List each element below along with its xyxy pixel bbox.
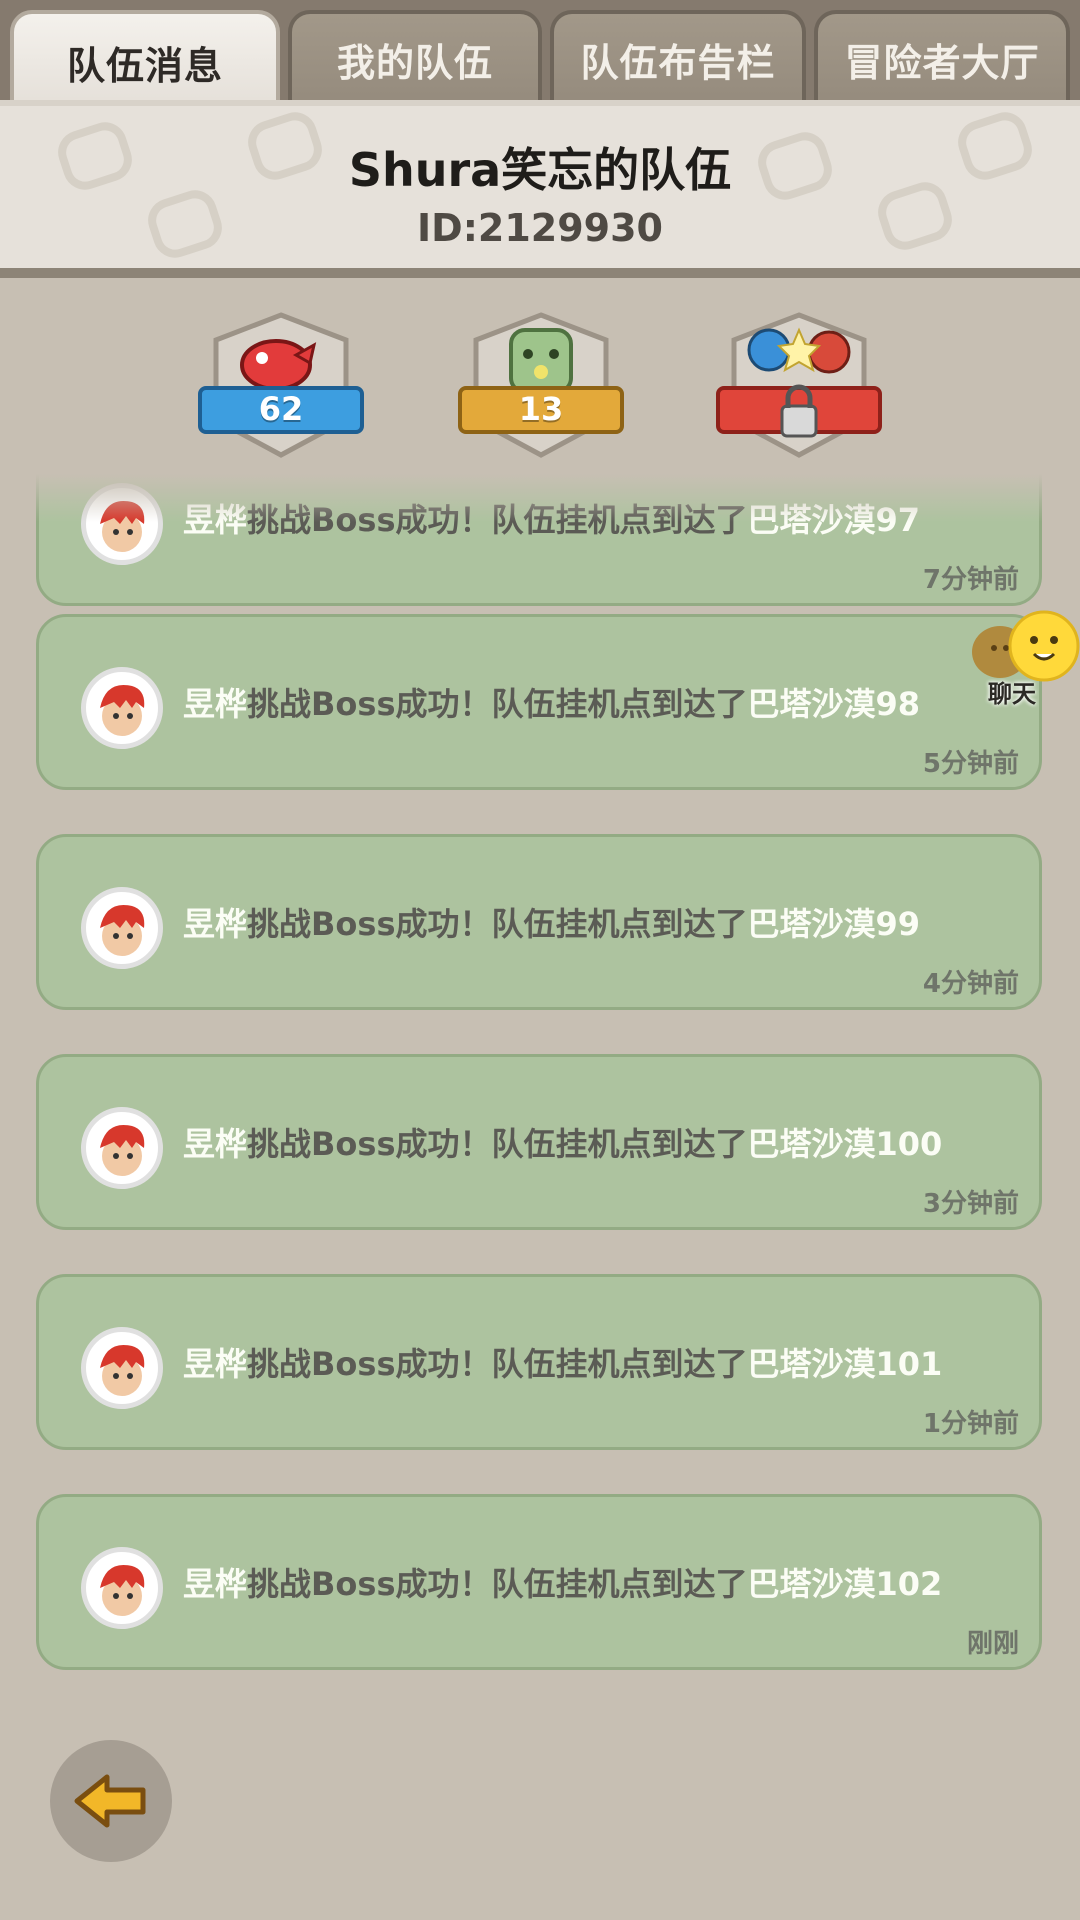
dragon-badge-value: 62: [258, 390, 304, 428]
avatar[interactable]: [81, 667, 163, 749]
message-text: 昱桦挑战Boss成功！队伍挂机点到达了巴塔沙漠102: [183, 1565, 943, 1603]
team-id: ID:2129930: [417, 206, 663, 250]
avatar[interactable]: [81, 1107, 163, 1189]
team-name: Shura笑忘的队伍: [348, 143, 732, 197]
tab-my-team[interactable]: 我的队伍: [288, 10, 542, 104]
chat-button[interactable]: 聊天: [966, 608, 1080, 718]
tab-bar: 队伍消息 我的队伍 队伍布告栏 冒险者大厅: [0, 0, 1080, 110]
message-time: 5分钟前: [922, 749, 1019, 779]
message-card: 昱桦挑战Boss成功！队伍挂机点到达了巴塔沙漠99 4分钟前: [36, 834, 1042, 1010]
green-golem-icon: [458, 312, 624, 458]
message-time: 4分钟前: [922, 969, 1019, 999]
message-card: 昱桦挑战Boss成功！队伍挂机点到达了巴塔沙漠102 刚刚: [36, 1494, 1042, 1670]
red-hair-hero-icon: [100, 684, 145, 736]
golem-badge-value: 13: [518, 390, 564, 428]
message-time: 1分钟前: [922, 1409, 1019, 1439]
chat-label: 聊天: [988, 680, 1036, 708]
dragon-badge[interactable]: 62: [196, 310, 366, 460]
red-hair-hero-icon: [100, 904, 145, 956]
tab-adventurer-hall[interactable]: 冒险者大厅: [814, 10, 1070, 104]
duel-badge-locked[interactable]: [714, 310, 884, 460]
avatar[interactable]: [81, 1327, 163, 1409]
duel-heroes-icon: [716, 312, 882, 458]
tab-team-messages[interactable]: 队伍消息: [10, 10, 280, 110]
avatar[interactable]: [81, 887, 163, 969]
scroll-fade: [0, 474, 1080, 522]
red-hair-hero-icon: [100, 1564, 145, 1616]
message-time: 7分钟前: [922, 565, 1019, 595]
red-dragon-icon: [198, 312, 364, 458]
avatar[interactable]: [81, 1547, 163, 1629]
message-text: 昱桦挑战Boss成功！队伍挂机点到达了巴塔沙漠99: [183, 905, 921, 943]
red-hair-hero-icon: [100, 1124, 145, 1176]
message-time: 刚刚: [966, 1629, 1019, 1659]
back-arrow-icon: [74, 1774, 146, 1828]
team-header: Shura笑忘的队伍 ID:2129930: [0, 100, 1080, 278]
golem-badge[interactable]: 13: [456, 310, 626, 460]
message-text: 昱桦挑战Boss成功！队伍挂机点到达了巴塔沙漠101: [183, 1345, 943, 1383]
tab-team-bulletin[interactable]: 队伍布告栏: [550, 10, 806, 104]
red-hair-hero-icon: [100, 1344, 145, 1396]
message-text: 昱桦挑战Boss成功！队伍挂机点到达了巴塔沙漠98: [183, 685, 921, 723]
back-button[interactable]: [50, 1740, 172, 1862]
message-card: 昱桦挑战Boss成功！队伍挂机点到达了巴塔沙漠101 1分钟前: [36, 1274, 1042, 1450]
message-card: 昱桦挑战Boss成功！队伍挂机点到达了巴塔沙漠98 5分钟前: [36, 614, 1042, 790]
message-text: 昱桦挑战Boss成功！队伍挂机点到达了巴塔沙漠100: [183, 1125, 943, 1163]
message-time: 3分钟前: [922, 1189, 1019, 1219]
message-card: 昱桦挑战Boss成功！队伍挂机点到达了巴塔沙漠100 3分钟前: [36, 1054, 1042, 1230]
message-list[interactable]: 昱桦挑战Boss成功！队伍挂机点到达了巴塔沙漠97 7分钟前 昱桦挑战Boss成…: [0, 474, 1080, 1694]
team-messages-screen: 队伍消息 我的队伍 队伍布告栏 冒险者大厅 Shura笑忘的队伍 ID:2129…: [0, 0, 1080, 1920]
